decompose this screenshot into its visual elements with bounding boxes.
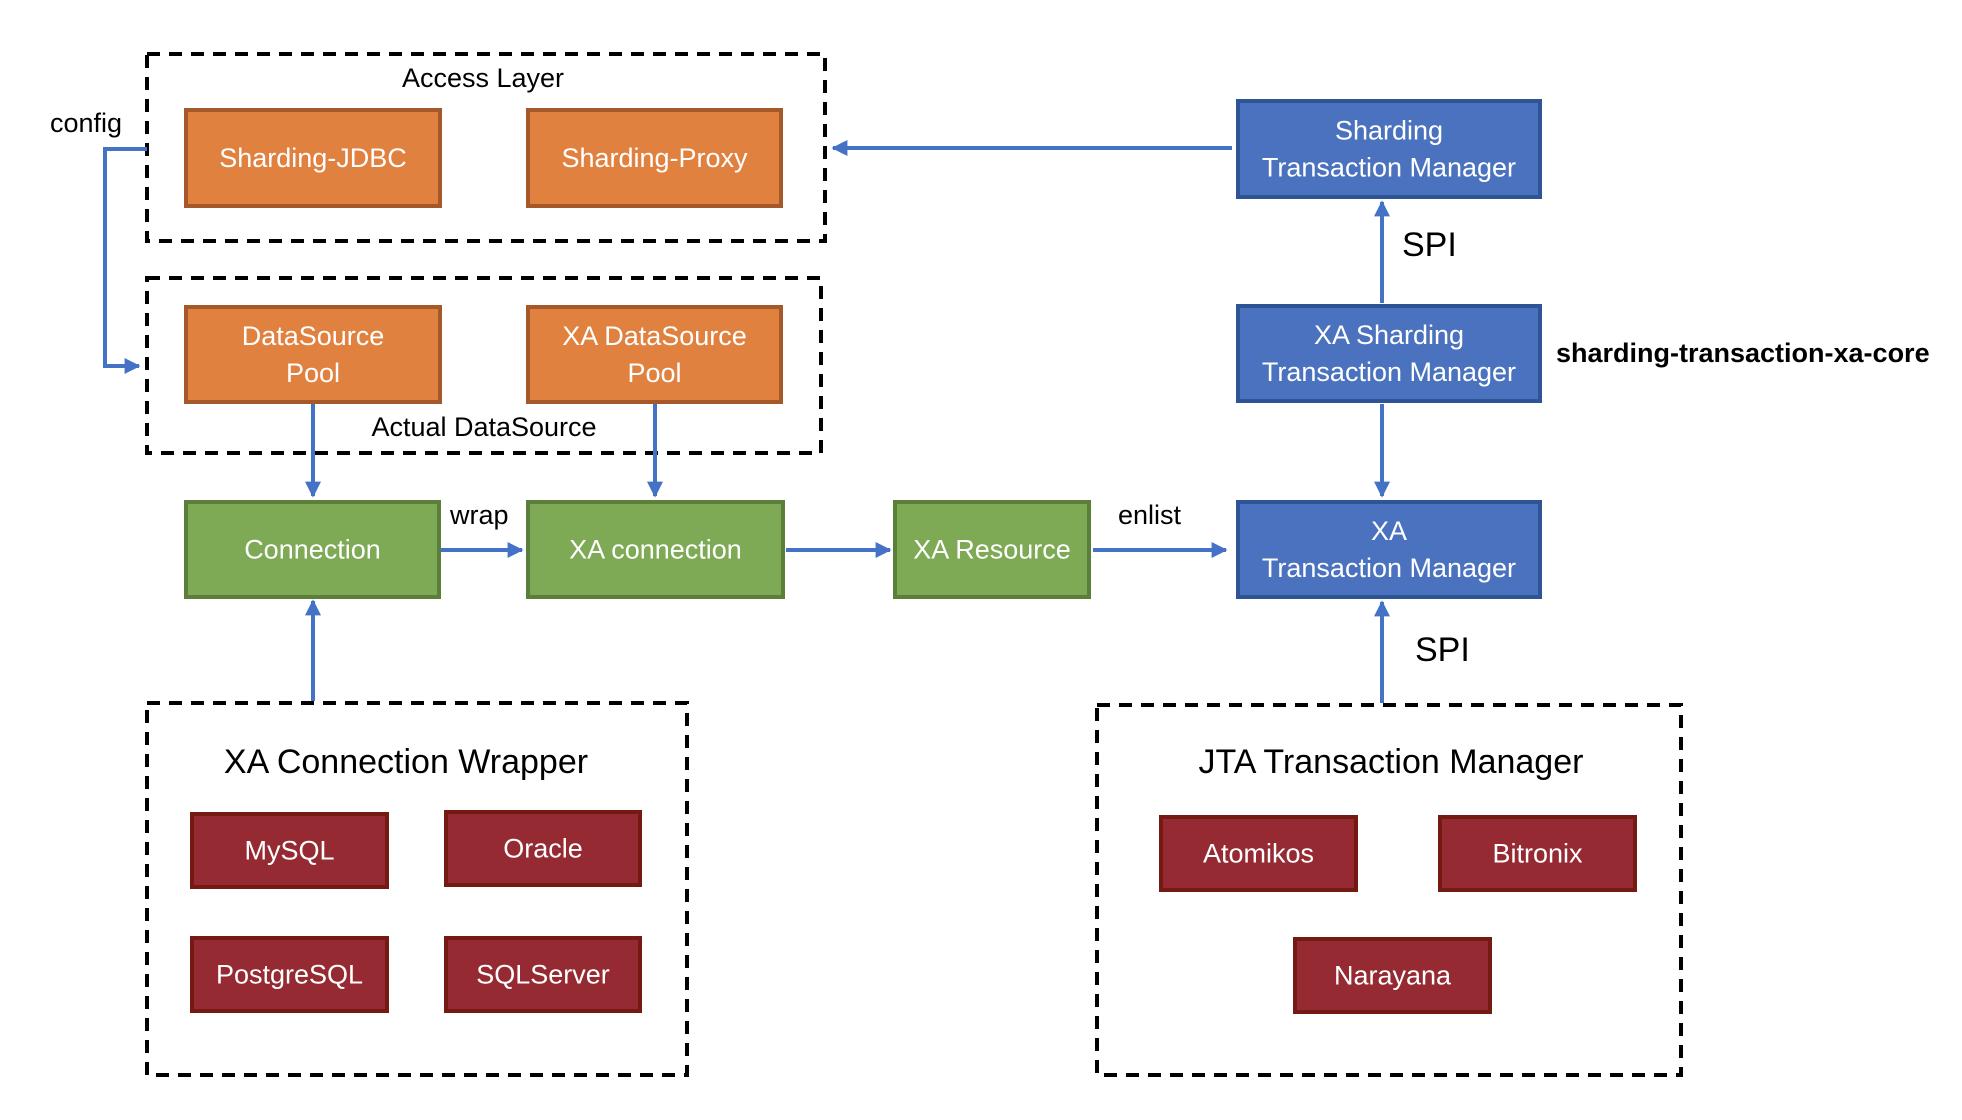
node-label-datasource-pool: DataSource xyxy=(242,321,385,351)
module-label: sharding-transaction-xa-core xyxy=(1556,338,1930,368)
node-label-sharding-tm: Transaction Manager xyxy=(1262,153,1516,183)
access-layer-title: Access Layer xyxy=(402,63,564,93)
node-connection: Connection xyxy=(184,500,441,599)
actual-datasource-title: Actual DataSource xyxy=(371,412,596,442)
node-xa-connection: XA connection xyxy=(526,500,785,599)
enlist-label: enlist xyxy=(1118,500,1182,530)
node-label-mysql: MySQL xyxy=(244,836,334,866)
node-label-xa-sharding-tm: XA Sharding xyxy=(1314,320,1464,350)
node-atomikos: Atomikos xyxy=(1159,815,1358,892)
node-narayana: Narayana xyxy=(1293,937,1492,1014)
node-label-connection: Connection xyxy=(244,535,381,565)
node-label-atomikos: Atomikos xyxy=(1203,839,1314,869)
spi-bottom-label: SPI xyxy=(1415,631,1470,669)
edge-config xyxy=(103,147,147,374)
node-label-xa-datasource-pool: Pool xyxy=(627,358,681,388)
node-sharding-proxy: Sharding-Proxy xyxy=(526,108,783,208)
node-label-narayana: Narayana xyxy=(1334,961,1452,991)
node-sharding-tm: Sharding Transaction Manager xyxy=(1236,99,1542,199)
spi-top-label: SPI xyxy=(1402,226,1457,264)
node-label-sqlserver: SQLServer xyxy=(476,960,610,990)
node-sqlserver: SQLServer xyxy=(444,936,642,1013)
node-label-sharding-jdbc: Sharding-JDBC xyxy=(219,143,407,173)
architecture-diagram: Access Layer Actual DataSource XA Connec… xyxy=(50,52,1930,1077)
node-datasource-pool: DataSource Pool xyxy=(184,305,442,404)
node-label-xa-sharding-tm: Transaction Manager xyxy=(1262,357,1516,387)
node-xa-tm: XA Transaction Manager xyxy=(1236,500,1542,599)
node-label-postgresql: PostgreSQL xyxy=(216,960,363,990)
node-label-sharding-tm: Sharding xyxy=(1335,116,1443,146)
node-label-xa-tm: XA xyxy=(1371,516,1407,546)
jta-transaction-manager-title: JTA Transaction Manager xyxy=(1199,743,1584,781)
xa-connection-wrapper-title: XA Connection Wrapper xyxy=(224,743,588,781)
node-bitronix: Bitronix xyxy=(1438,815,1637,892)
config-label: config xyxy=(50,108,122,138)
node-label-xa-datasource-pool: XA DataSource xyxy=(562,321,747,351)
node-label-xa-connection: XA connection xyxy=(569,535,742,565)
wrap-label: wrap xyxy=(449,500,509,530)
node-oracle: Oracle xyxy=(444,810,642,887)
node-xa-datasource-pool: XA DataSource Pool xyxy=(526,305,783,404)
node-postgresql: PostgreSQL xyxy=(190,936,389,1013)
edges xyxy=(103,140,1390,703)
node-label-bitronix: Bitronix xyxy=(1492,839,1583,869)
node-xa-resource: XA Resource xyxy=(893,500,1091,599)
node-label-oracle: Oracle xyxy=(503,834,583,864)
node-label-xa-resource: XA Resource xyxy=(913,535,1071,565)
node-label-sharding-proxy: Sharding-Proxy xyxy=(561,143,748,173)
node-xa-sharding-tm: XA Sharding Transaction Manager xyxy=(1236,304,1542,403)
node-label-xa-tm: Transaction Manager xyxy=(1262,553,1516,583)
node-sharding-jdbc: Sharding-JDBC xyxy=(184,108,442,208)
node-mysql: MySQL xyxy=(190,812,389,889)
node-label-datasource-pool: Pool xyxy=(286,358,340,388)
